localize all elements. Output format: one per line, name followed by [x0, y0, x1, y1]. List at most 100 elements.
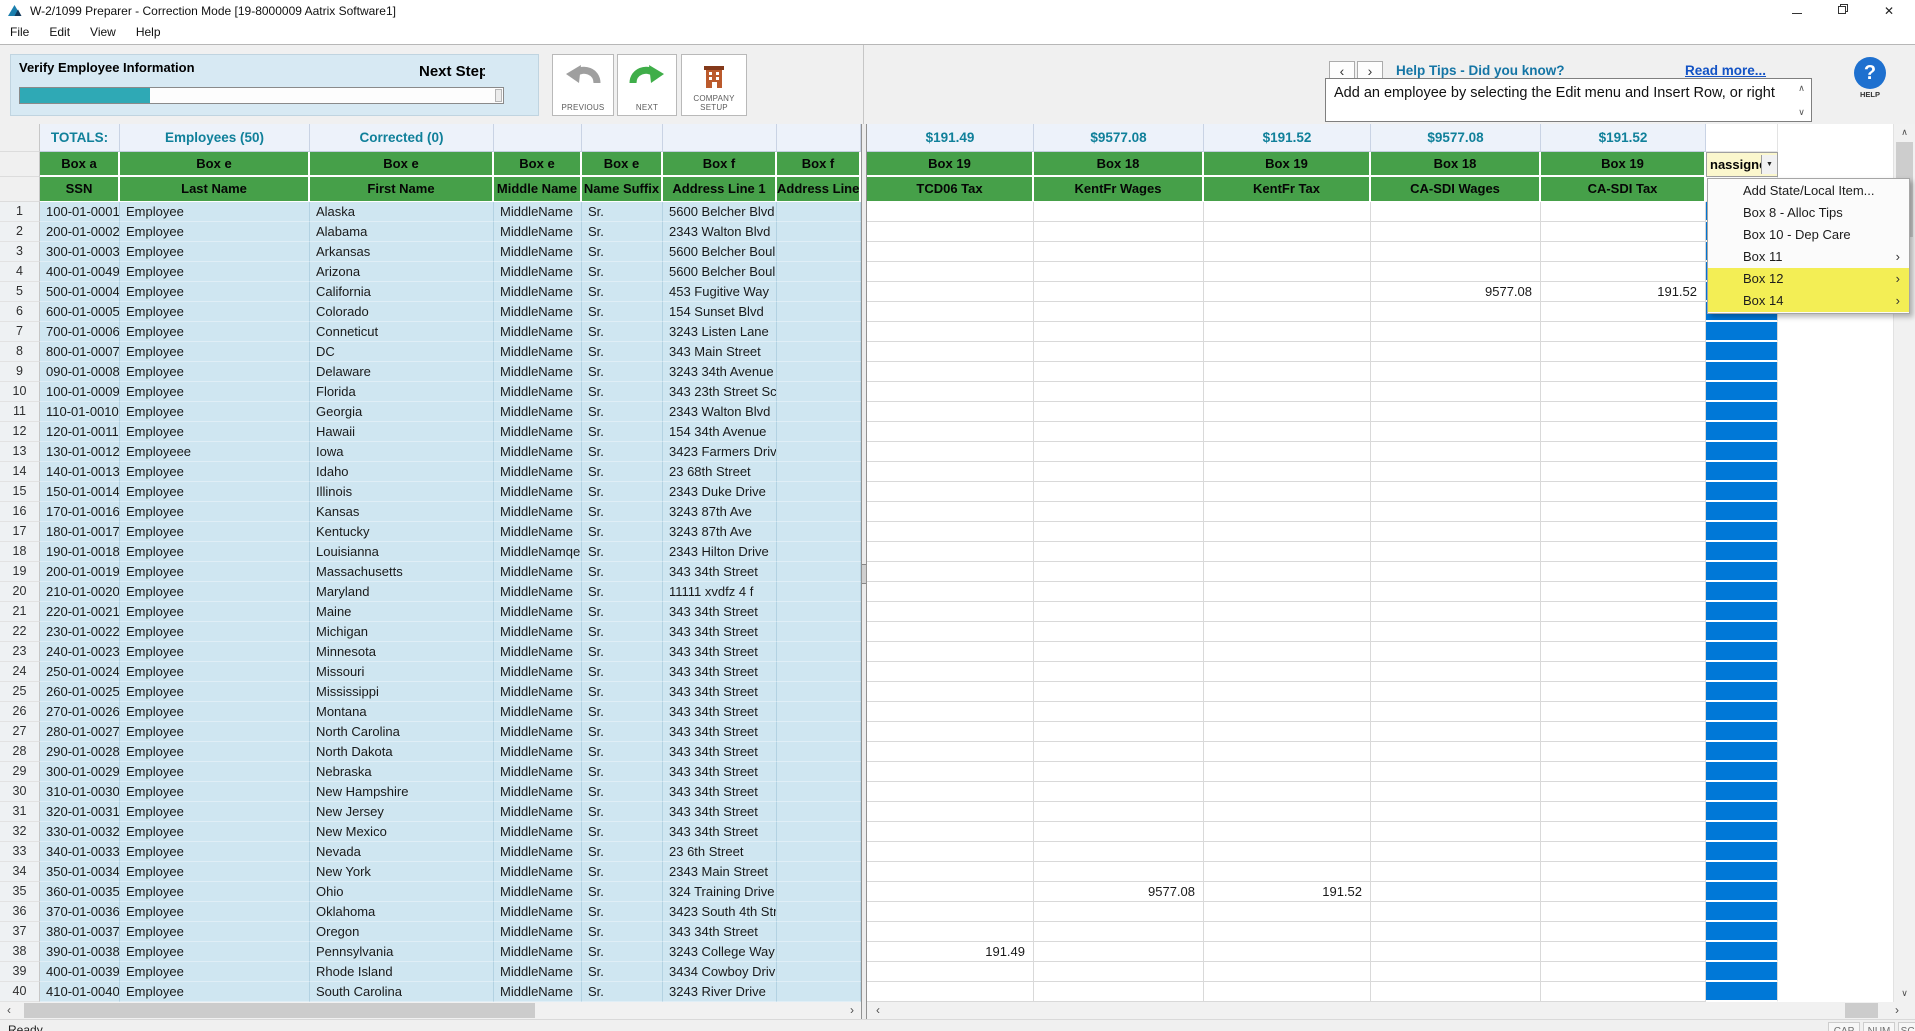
- cell-casdi_wages[interactable]: [1371, 782, 1541, 802]
- cell-name-suffix[interactable]: Sr.: [582, 222, 663, 242]
- cell-address-2[interactable]: [777, 522, 861, 542]
- cell-last-name[interactable]: Employee: [120, 882, 310, 902]
- cell-address-2[interactable]: [777, 682, 861, 702]
- row-number[interactable]: 37: [0, 922, 40, 942]
- cell-name-suffix[interactable]: Sr.: [582, 862, 663, 882]
- cell-kentfr_tax[interactable]: [1204, 502, 1371, 522]
- cell-name-suffix[interactable]: Sr.: [582, 742, 663, 762]
- selected-unassigned-cell[interactable]: [1706, 682, 1778, 702]
- cell-first-name[interactable]: Michigan: [310, 622, 494, 642]
- cell-last-name[interactable]: Employee: [120, 862, 310, 882]
- cell-casdi_wages[interactable]: [1371, 322, 1541, 342]
- cell-middle-name[interactable]: MiddleName: [494, 802, 582, 822]
- cell-kentfr_wages[interactable]: [1034, 222, 1204, 242]
- cell-address-2[interactable]: [777, 642, 861, 662]
- cell-last-name[interactable]: Employee: [120, 682, 310, 702]
- row-number[interactable]: 33: [0, 842, 40, 862]
- read-more-link[interactable]: Read more...: [1685, 63, 1766, 78]
- cell-first-name[interactable]: Louisianna: [310, 542, 494, 562]
- cell-name-suffix[interactable]: Sr.: [582, 602, 663, 622]
- selected-unassigned-cell[interactable]: [1706, 762, 1778, 782]
- cell-ssn[interactable]: 220-01-0021: [40, 602, 120, 622]
- cell-casdi_tax[interactable]: [1541, 662, 1706, 682]
- cell-first-name[interactable]: North Dakota: [310, 742, 494, 762]
- cell-casdi_wages[interactable]: [1371, 802, 1541, 822]
- cell-middle-name[interactable]: MiddleName: [494, 982, 582, 1002]
- selected-unassigned-cell[interactable]: [1706, 822, 1778, 842]
- cell-tcd06_tax[interactable]: [867, 382, 1034, 402]
- cell-casdi_wages[interactable]: [1371, 582, 1541, 602]
- cell-ssn[interactable]: 700-01-0006: [40, 322, 120, 342]
- cell-kentfr_tax[interactable]: [1204, 742, 1371, 762]
- cell-ssn[interactable]: 100-01-0009: [40, 382, 120, 402]
- cell-name-suffix[interactable]: Sr.: [582, 942, 663, 962]
- cell-casdi_tax[interactable]: [1541, 942, 1706, 962]
- cell-address-2[interactable]: [777, 382, 861, 402]
- cell-tcd06_tax[interactable]: [867, 622, 1034, 642]
- cell-name-suffix[interactable]: Sr.: [582, 322, 663, 342]
- cell-name-suffix[interactable]: Sr.: [582, 382, 663, 402]
- cell-first-name[interactable]: Alaska: [310, 202, 494, 222]
- cell-casdi_wages[interactable]: [1371, 522, 1541, 542]
- cell-kentfr_wages[interactable]: [1034, 862, 1204, 882]
- scroll-left-icon[interactable]: ‹: [869, 1002, 887, 1019]
- row-number[interactable]: 10: [0, 382, 40, 402]
- selected-unassigned-cell[interactable]: [1706, 522, 1778, 542]
- cell-middle-name[interactable]: MiddleName: [494, 582, 582, 602]
- cell-casdi_wages[interactable]: [1371, 902, 1541, 922]
- selected-unassigned-cell[interactable]: [1706, 422, 1778, 442]
- cell-tcd06_tax[interactable]: [867, 402, 1034, 422]
- cell-casdi_wages[interactable]: [1371, 542, 1541, 562]
- cell-kentfr_wages[interactable]: [1034, 502, 1204, 522]
- cell-ssn[interactable]: 090-01-0008: [40, 362, 120, 382]
- cell-address-2[interactable]: [777, 222, 861, 242]
- cell-kentfr_wages[interactable]: [1034, 602, 1204, 622]
- cell-name-suffix[interactable]: Sr.: [582, 782, 663, 802]
- cell-name-suffix[interactable]: Sr.: [582, 642, 663, 662]
- cell-kentfr_tax[interactable]: [1204, 222, 1371, 242]
- cell-last-name[interactable]: Employee: [120, 942, 310, 962]
- cell-kentfr_wages[interactable]: [1034, 842, 1204, 862]
- selected-unassigned-cell[interactable]: [1706, 742, 1778, 762]
- tip-scroll-up-icon[interactable]: ∧: [1794, 81, 1809, 95]
- cell-last-name[interactable]: Employee: [120, 742, 310, 762]
- row-number[interactable]: 24: [0, 662, 40, 682]
- cell-tcd06_tax[interactable]: [867, 602, 1034, 622]
- menu-edit[interactable]: Edit: [39, 22, 80, 43]
- cell-ssn[interactable]: 290-01-0028: [40, 742, 120, 762]
- cell-ssn[interactable]: 320-01-0031: [40, 802, 120, 822]
- cell-kentfr_tax[interactable]: [1204, 962, 1371, 982]
- cell-first-name[interactable]: Kansas: [310, 502, 494, 522]
- cell-address-1[interactable]: 2343 Main Street: [663, 862, 777, 882]
- cell-address-2[interactable]: [777, 582, 861, 602]
- cell-ssn[interactable]: 170-01-0016: [40, 502, 120, 522]
- restore-button[interactable]: [1828, 0, 1858, 22]
- cell-address-1[interactable]: 343 34th Street: [663, 722, 777, 742]
- cell-first-name[interactable]: Alabama: [310, 222, 494, 242]
- cell-kentfr_wages[interactable]: [1034, 762, 1204, 782]
- cell-address-2[interactable]: [777, 662, 861, 682]
- row-number[interactable]: 36: [0, 902, 40, 922]
- cell-kentfr_wages[interactable]: [1034, 262, 1204, 282]
- row-number[interactable]: 23: [0, 642, 40, 662]
- cell-name-suffix[interactable]: Sr.: [582, 202, 663, 222]
- selected-unassigned-cell[interactable]: [1706, 622, 1778, 642]
- cell-casdi_wages[interactable]: [1371, 422, 1541, 442]
- cell-ssn[interactable]: 270-01-0026: [40, 702, 120, 722]
- cell-address-1[interactable]: 343 34th Street: [663, 662, 777, 682]
- cell-ssn[interactable]: 110-01-0010: [40, 402, 120, 422]
- cell-kentfr_wages[interactable]: [1034, 522, 1204, 542]
- cell-kentfr_tax[interactable]: [1204, 922, 1371, 942]
- row-number[interactable]: 16: [0, 502, 40, 522]
- cell-first-name[interactable]: Rhode Island: [310, 962, 494, 982]
- cell-address-2[interactable]: [777, 782, 861, 802]
- cell-last-name[interactable]: Employee: [120, 802, 310, 822]
- cell-middle-name[interactable]: MiddleName: [494, 822, 582, 842]
- cell-middle-name[interactable]: MiddleName: [494, 382, 582, 402]
- cell-ssn[interactable]: 330-01-0032: [40, 822, 120, 842]
- cell-ssn[interactable]: 240-01-0023: [40, 642, 120, 662]
- cell-kentfr_wages[interactable]: [1034, 282, 1204, 302]
- cell-address-1[interactable]: 343 34th Street: [663, 782, 777, 802]
- cell-casdi_wages[interactable]: [1371, 702, 1541, 722]
- cell-ssn[interactable]: 130-01-0012: [40, 442, 120, 462]
